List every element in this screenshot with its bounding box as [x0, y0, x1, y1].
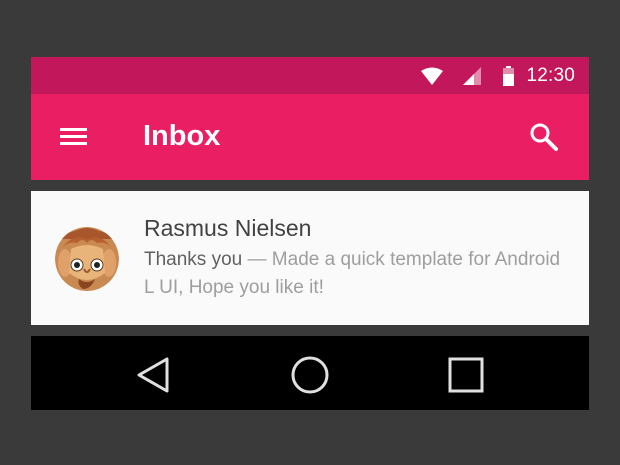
phone-frame: 12:30 Inbox Rasmus Nielsen Thanks you — …: [31, 57, 589, 410]
message-text: Rasmus Nielsen Thanks you — Made a quick…: [144, 213, 564, 302]
menu-icon: [60, 128, 87, 145]
home-icon: [291, 356, 329, 394]
status-time: 12:30: [526, 64, 575, 86]
search-icon: [530, 123, 558, 151]
message-preview: Thanks you — Made a quick template for A…: [144, 246, 564, 302]
recents-button[interactable]: [446, 355, 486, 395]
recents-icon: [448, 357, 484, 393]
status-icons: 12:30: [421, 57, 575, 94]
wifi-icon: [421, 67, 444, 85]
menu-button[interactable]: [57, 123, 93, 151]
message-list: Rasmus Nielsen Thanks you — Made a quick…: [31, 191, 589, 325]
page-title: Inbox: [143, 120, 221, 152]
avatar: [55, 227, 119, 291]
message-separator: —: [242, 249, 272, 270]
search-button[interactable]: [529, 122, 559, 152]
app-bar: Inbox: [31, 94, 589, 180]
home-button[interactable]: [290, 355, 330, 395]
status-bar: 12:30: [31, 57, 589, 94]
back-icon: [137, 357, 169, 393]
sender-name: Rasmus Nielsen: [144, 215, 312, 241]
divider: [31, 180, 589, 191]
avatar-illustration: [55, 227, 119, 291]
divider: [31, 325, 589, 336]
back-button[interactable]: [134, 355, 174, 395]
signal-icon: [463, 66, 482, 85]
battery-icon: [503, 65, 515, 86]
message-list-item[interactable]: Rasmus Nielsen Thanks you — Made a quick…: [31, 191, 589, 325]
message-subject: Thanks you: [144, 249, 243, 270]
navigation-bar: [31, 336, 589, 410]
